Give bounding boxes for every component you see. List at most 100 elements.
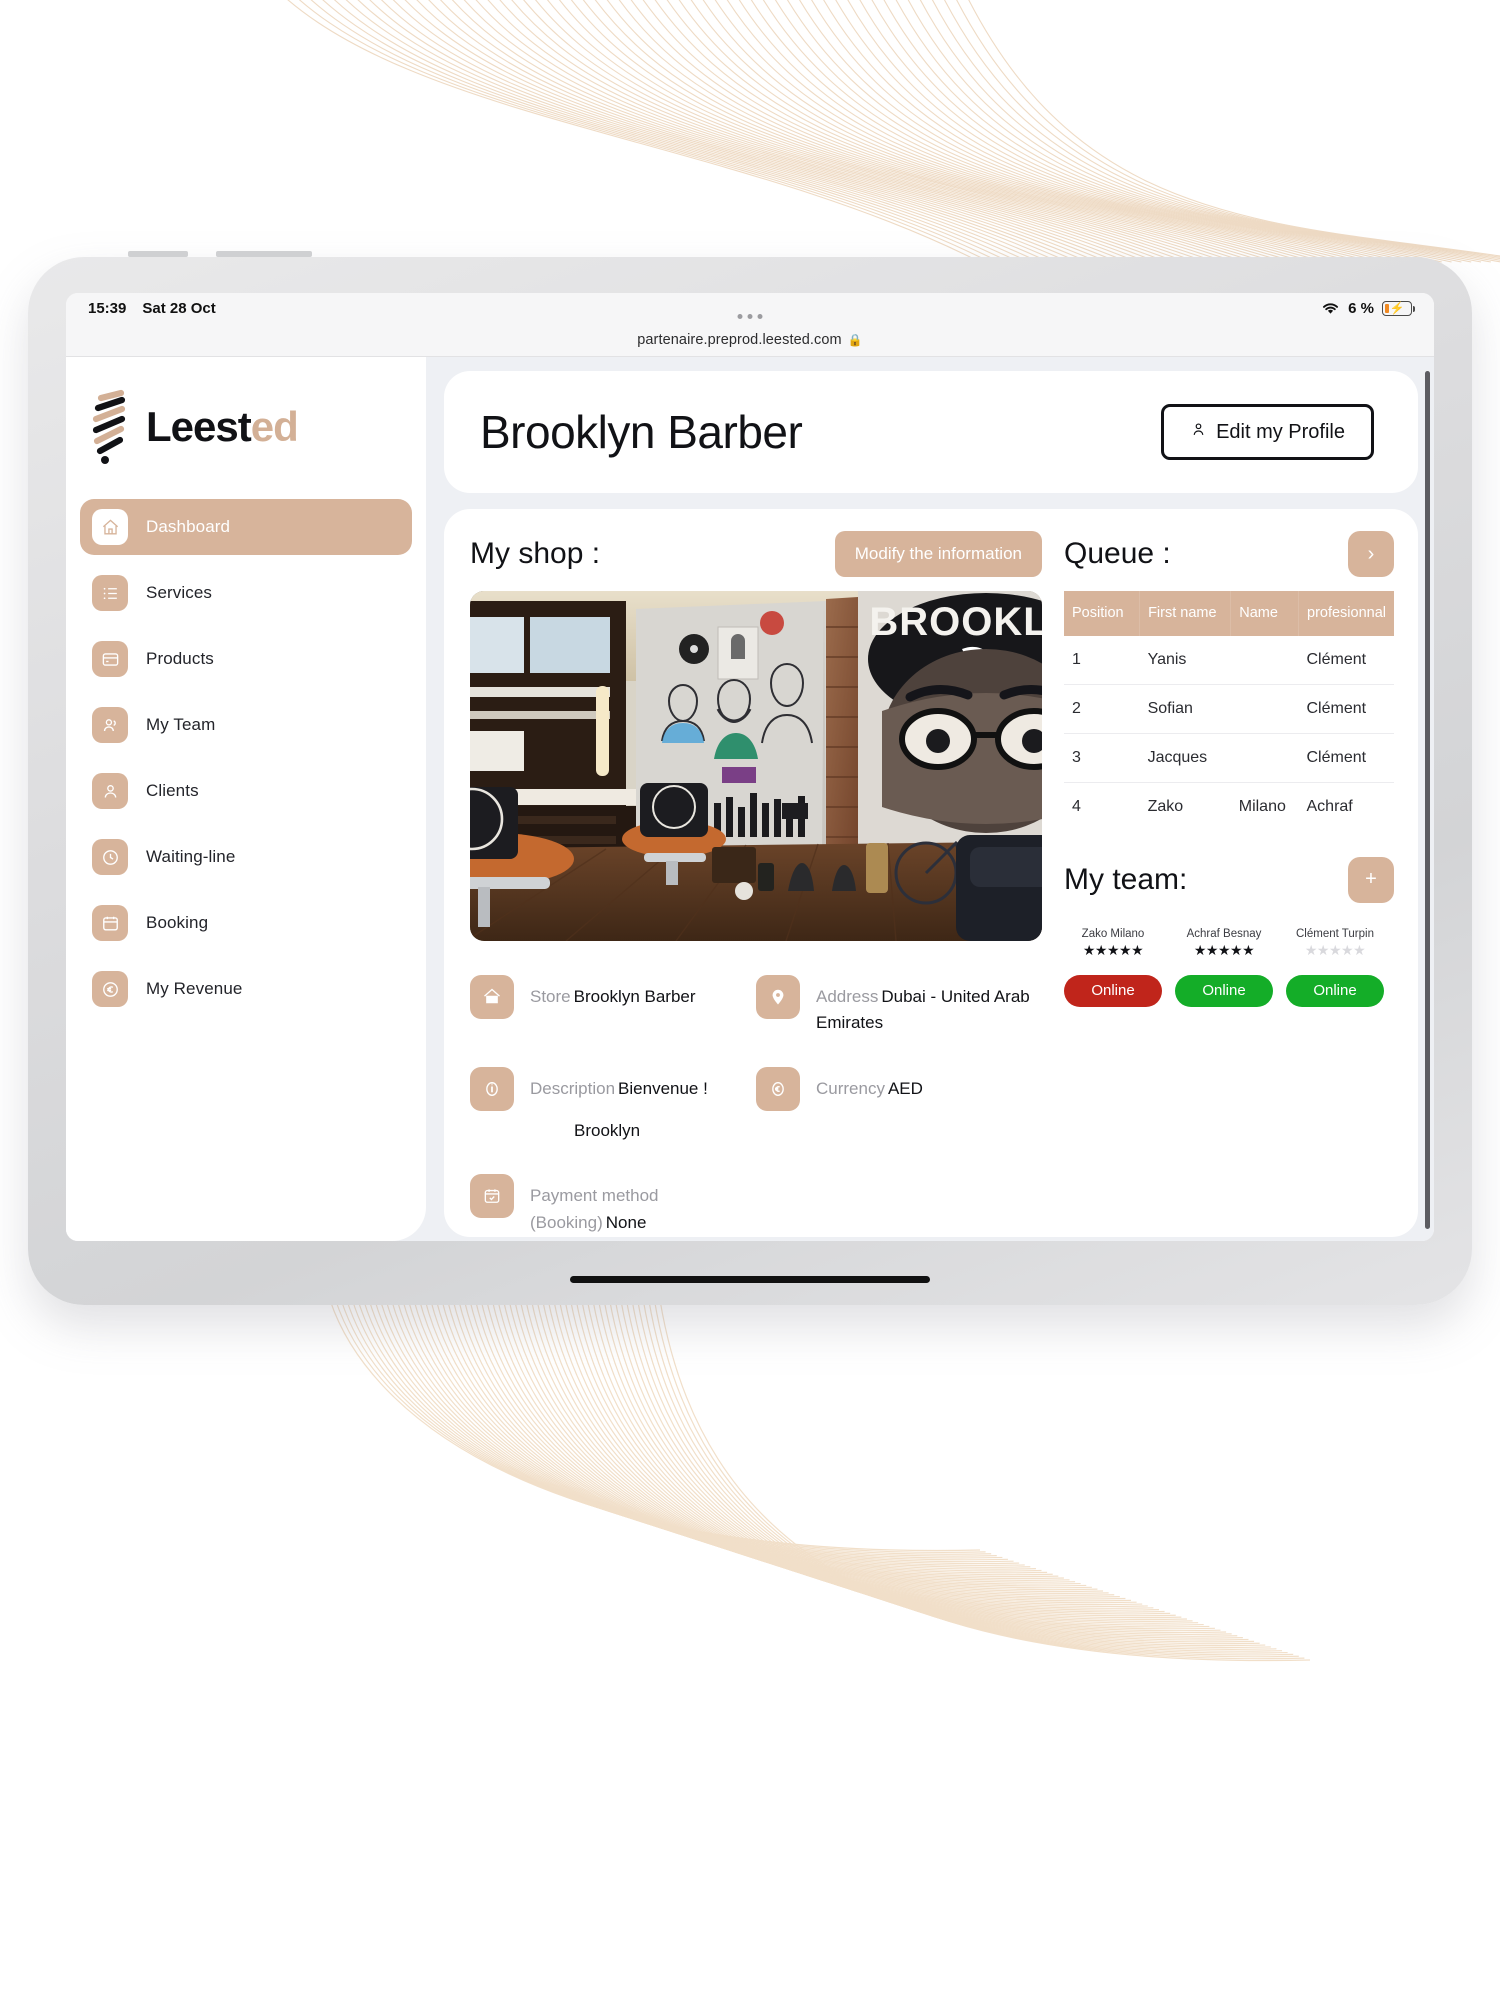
status-badge[interactable]: Online <box>1064 974 1162 1007</box>
sidebar: Leested Dashboard Services Products My T… <box>66 357 426 1241</box>
table-row[interactable]: 4 Zako Milano Achraf <box>1064 782 1394 831</box>
cell-name: Milano <box>1230 782 1299 831</box>
dashboard-body-card: My shop : Modify the information BROOKL … <box>444 509 1418 1237</box>
cell-professional: Clément <box>1298 635 1394 685</box>
status-badge[interactable]: Online <box>1175 974 1273 1007</box>
browser-url-bar[interactable]: partenaire.preprod.leested.com 🔒 <box>66 314 1434 357</box>
cell-position: 2 <box>1064 684 1140 734</box>
calendar-check-icon <box>470 1174 514 1219</box>
info-value: Brooklyn Barber <box>573 987 696 1006</box>
rating-stars: ★★★★★ <box>1082 941 1144 958</box>
sidebar-item-label: Clients <box>146 781 199 800</box>
queue-header: Queue : › <box>1064 531 1394 577</box>
add-team-member-button[interactable]: + <box>1348 856 1394 903</box>
sidebar-item-label: Products <box>146 649 214 668</box>
app-page: Leested Dashboard Services Products My T… <box>66 357 1434 1241</box>
cell-professional: Clément <box>1298 733 1394 783</box>
team-member[interactable]: Zako Milano ★★★★★ <box>1064 921 1162 959</box>
brand-logo[interactable]: Leested <box>66 375 426 499</box>
home-icon <box>470 975 514 1019</box>
person-icon <box>1190 421 1207 444</box>
info-value: AED <box>887 1078 923 1098</box>
modify-information-button[interactable]: Modify the information <box>834 531 1042 577</box>
team-member[interactable]: Clément Turpin ★★★★★ <box>1286 921 1384 959</box>
team-member-name: Achraf Besnay <box>1186 927 1262 940</box>
rating-stars: ★★★★★ <box>1193 941 1255 958</box>
tab-overview-dots-icon[interactable] <box>737 314 763 319</box>
page-title: Brooklyn Barber <box>480 406 803 458</box>
brand-name-primary: Leest <box>146 403 252 450</box>
sidebar-item-label: My Revenue <box>146 979 243 998</box>
sidebar-item-clients[interactable]: Clients <box>80 763 412 819</box>
cell-professional: Clément <box>1298 684 1394 734</box>
info-row-address: Address Dubai - United Arab Emirates <box>756 963 1042 1049</box>
clock-icon <box>92 839 128 875</box>
queue-and-team-column: Queue : › Position First name Name profe… <box>1064 531 1394 1237</box>
device-button-power <box>216 251 312 257</box>
device-button-volume <box>128 251 188 257</box>
sidebar-item-label: My Team <box>146 715 216 734</box>
team-member[interactable]: Achraf Besnay ★★★★★ <box>1175 921 1273 959</box>
sidebar-item-waiting-line[interactable]: Waiting-line <box>80 829 412 885</box>
table-row[interactable]: 2 Sofian Clément <box>1064 684 1394 734</box>
euro-icon <box>92 971 128 1007</box>
status-date: Sat 28 Oct <box>142 299 216 317</box>
info-value: Bienvenue ! <box>618 1078 708 1098</box>
url-text: partenaire.preprod.leested.com <box>637 331 842 348</box>
rating-stars: ★★★★★ <box>1304 941 1366 958</box>
tablet-device: 15:39 Sat 28 Oct 6 % ⚡ partenaire.prepro… <box>28 251 1472 1305</box>
status-time: 15:39 <box>88 299 127 317</box>
sidebar-item-label: Services <box>146 583 212 602</box>
svg-text:BROOKLYN: BROOKLYN <box>869 600 1042 644</box>
wifi-icon <box>1321 301 1340 315</box>
column-header-first-name: First name <box>1139 591 1232 636</box>
queue-title: Queue : <box>1064 537 1171 570</box>
page-header-card: Brooklyn Barber Edit my Profile <box>444 371 1418 493</box>
info-row-store: Store Brooklyn Barber <box>470 963 756 1049</box>
table-row[interactable]: 3 Jacques Clément <box>1064 733 1394 783</box>
sidebar-item-label: Waiting-line <box>146 847 236 866</box>
battery-percent-label: 6 % <box>1348 299 1374 317</box>
home-icon <box>92 509 128 545</box>
sidebar-item-services[interactable]: Services <box>80 565 412 621</box>
sidebar-item-my-revenue[interactable]: My Revenue <box>80 961 412 1017</box>
cell-position: 4 <box>1064 782 1140 831</box>
column-header-name: Name <box>1230 591 1299 636</box>
sidebar-item-products[interactable]: Products <box>80 631 412 687</box>
queue-next-button[interactable]: › <box>1348 531 1394 577</box>
my-team-header: My team: + <box>1064 856 1394 903</box>
my-shop-header: My shop : Modify the information <box>470 531 1042 577</box>
sidebar-item-my-team[interactable]: My Team <box>80 697 412 753</box>
info-value: None <box>605 1212 647 1232</box>
chevron-right-icon: › <box>1367 542 1375 565</box>
info-label: Description <box>530 1078 616 1098</box>
cell-position: 3 <box>1064 733 1140 783</box>
barber-pole-logo-icon <box>88 389 132 465</box>
team-member-name: Clément Turpin <box>1296 927 1374 940</box>
info-extra-line: Brooklyn <box>574 1121 641 1141</box>
sidebar-item-booking[interactable]: Booking <box>80 895 412 951</box>
cell-first-name: Zako <box>1139 782 1231 831</box>
plus-icon: + <box>1365 868 1377 891</box>
sidebar-item-label: Booking <box>146 913 209 932</box>
table-row[interactable]: 1 Yanis Clément <box>1064 635 1394 685</box>
cell-professional: Achraf <box>1298 782 1394 831</box>
cell-name <box>1230 733 1299 783</box>
info-label: Store <box>530 987 571 1006</box>
calendar-icon <box>92 905 128 941</box>
team-members-row: Zako Milano ★★★★★ Achraf Besnay ★★★★★ Cl… <box>1064 921 1394 959</box>
column-header-position: Position <box>1064 591 1141 636</box>
shop-info-grid: Store Brooklyn Barber Address Dubai - Unit… <box>470 963 1042 1241</box>
edit-profile-button[interactable]: Edit my Profile <box>1161 404 1374 460</box>
cell-first-name: Sofian <box>1139 684 1231 734</box>
team-member-name: Zako Milano <box>1081 927 1145 940</box>
info-label: Currency <box>816 1078 885 1098</box>
team-status-badges: Online Online Online <box>1064 974 1394 1007</box>
page-scrollbar[interactable] <box>1425 371 1430 1229</box>
user-icon <box>92 773 128 809</box>
info-row-payment-method: Payment method (Booking) None <box>470 1162 756 1241</box>
sidebar-item-dashboard[interactable]: Dashboard <box>80 499 412 555</box>
status-badge[interactable]: Online <box>1286 974 1384 1007</box>
cell-name <box>1230 635 1299 685</box>
sidebar-item-label: Dashboard <box>146 517 231 536</box>
